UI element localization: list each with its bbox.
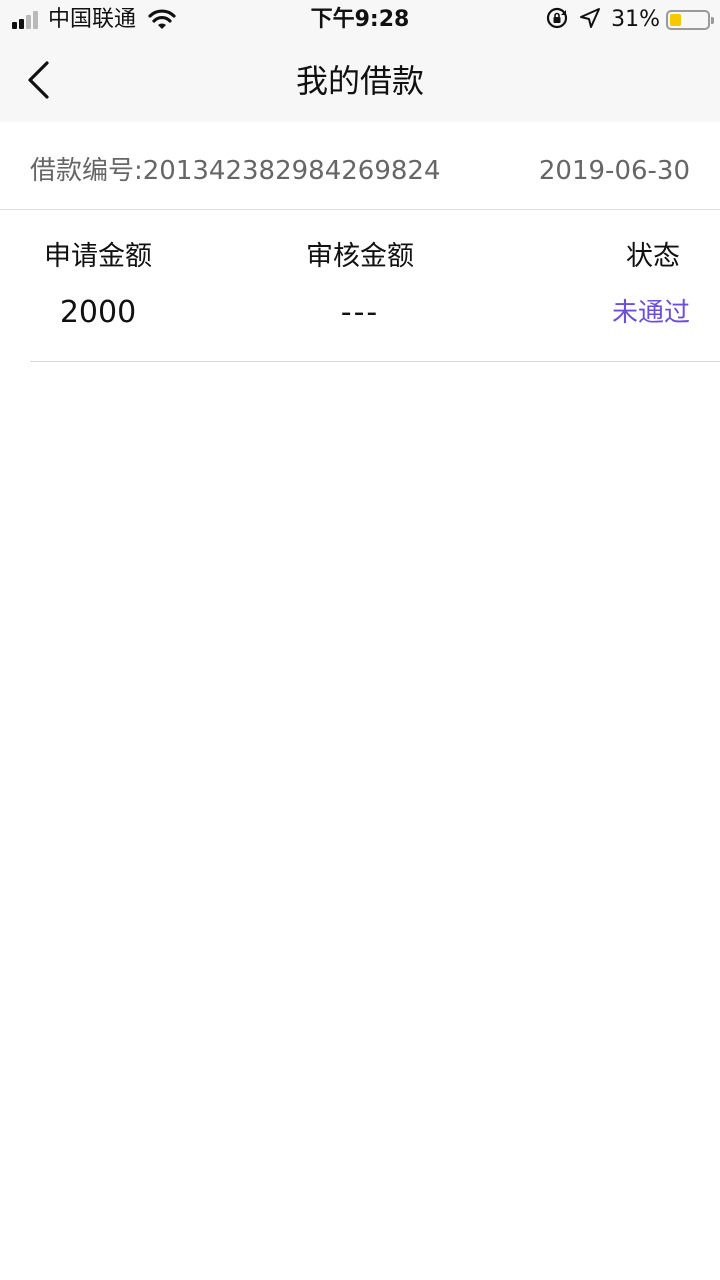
battery-fill	[670, 14, 681, 26]
rotation-lock-icon	[545, 6, 569, 34]
signal-icon	[12, 11, 40, 29]
back-button[interactable]	[14, 56, 62, 104]
loan-header[interactable]: 借款编号:201342382984269824 2019-06-30	[0, 122, 720, 210]
status-label: 状态	[626, 241, 680, 272]
wifi-icon	[148, 9, 176, 31]
status-right: 31%	[545, 6, 714, 34]
approved-amount-value: ---	[340, 295, 380, 330]
loan-number: 借款编号:201342382984269824	[30, 156, 441, 186]
applied-amount-label: 申请金额	[44, 241, 152, 272]
loan-page: 中国联通 下午9:28 31% 我的借款 借款编号:20134238298426…	[0, 0, 720, 1280]
approved-amount-label: 审核金额	[306, 241, 414, 272]
battery-icon	[666, 10, 714, 30]
nav-bar: 我的借款	[0, 40, 720, 122]
loan-date: 2019-06-30	[538, 156, 690, 186]
location-arrow-icon	[579, 7, 601, 33]
status-left: 中国联通	[12, 6, 176, 34]
status-value: 未通过	[611, 298, 690, 328]
carrier-name: 中国联通	[48, 7, 137, 32]
loan-detail[interactable]: 申请金额 审核金额 状态 2000 --- 未通过	[0, 211, 720, 361]
battery-percent: 31%	[611, 7, 660, 32]
applied-amount-value: 2000	[59, 295, 137, 330]
status-bar: 中国联通 下午9:28 31%	[0, 0, 720, 40]
divider	[30, 361, 720, 362]
page-title: 我的借款	[295, 62, 424, 100]
chevron-left-icon	[28, 61, 49, 99]
